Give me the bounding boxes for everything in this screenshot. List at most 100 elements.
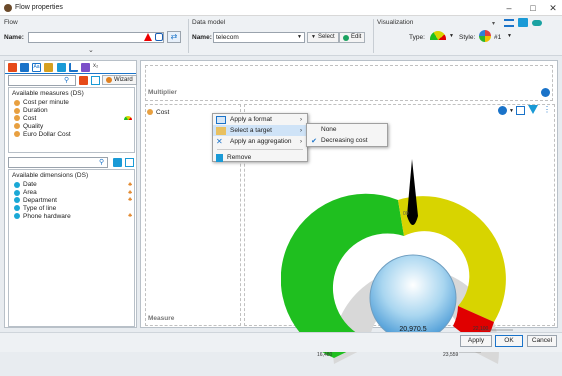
settings-gear-icon[interactable]: [541, 88, 550, 97]
dimensions-list-title: Available dimensions (DS): [12, 172, 89, 179]
menu-item-label: Select a target: [230, 127, 272, 134]
dimensions-search-input[interactable]: [8, 157, 108, 168]
cancel-button[interactable]: Cancel: [527, 335, 557, 347]
minimize-button[interactable]: –: [502, 2, 516, 14]
add-dimension-icon[interactable]: [113, 158, 122, 167]
ribbon-dropdown-icon[interactable]: ▾: [492, 20, 495, 27]
list-item-label: Type of line: [23, 204, 57, 212]
ok-button[interactable]: OK: [495, 335, 523, 347]
toggle-icon[interactable]: [532, 20, 542, 26]
list-item[interactable]: Phone hardware ♣: [14, 212, 132, 220]
style-palette-icon[interactable]: [479, 30, 491, 42]
submenu-item-none[interactable]: None: [307, 124, 387, 135]
list-item[interactable]: Cost per minute: [14, 99, 132, 107]
list-item[interactable]: Date ♣: [14, 181, 132, 189]
text-icon[interactable]: Aa: [32, 63, 41, 72]
warning-icon: [144, 33, 152, 41]
measure-icon: [14, 107, 20, 114]
chart-settings-icon[interactable]: [498, 106, 507, 115]
search-icon[interactable]: ⚲: [99, 158, 104, 166]
measure-icon: [14, 131, 20, 138]
data-model-select[interactable]: telecom ▼: [213, 32, 305, 43]
list-item[interactable]: Quality: [14, 122, 132, 130]
tag-icon[interactable]: [81, 63, 90, 72]
add-icon[interactable]: [8, 63, 17, 72]
axis-icon[interactable]: [69, 63, 78, 72]
submenu-item-decreasing-cost[interactable]: ✔ Decreasing cost: [307, 135, 387, 146]
new-dimension-icon[interactable]: [125, 158, 134, 167]
wizard-button[interactable]: Wizard: [102, 75, 137, 85]
dimension-icon: [14, 189, 20, 196]
multiplier-zone[interactable]: [145, 65, 553, 101]
format-icon[interactable]: [44, 63, 53, 72]
app-icon: [4, 4, 12, 12]
filter-icon[interactable]: [528, 105, 538, 114]
export-icon[interactable]: [516, 106, 525, 115]
target-submenu: None ✔ Decreasing cost: [306, 123, 388, 147]
gauge-type-icon[interactable]: [430, 31, 446, 40]
style-label: Style:: [459, 34, 476, 41]
edit-button[interactable]: Edit: [339, 32, 366, 43]
flow-group-title: Flow: [4, 19, 18, 26]
swap-button[interactable]: ⇄: [167, 31, 181, 43]
new-measure-icon[interactable]: [91, 76, 100, 85]
measures-items: Cost per minute Duration Cost Quality Eu…: [14, 99, 132, 138]
list-item-label: Date: [23, 181, 37, 189]
measures-list: Available measures (DS) Cost per minute …: [8, 87, 135, 153]
list-item[interactable]: Type of line: [14, 204, 132, 212]
list-item[interactable]: Cost: [14, 115, 132, 123]
menu-item-remove[interactable]: Remove: [213, 152, 307, 163]
search-icon[interactable]: ⚲: [64, 76, 69, 84]
aggregation-icon: ✕: [216, 136, 223, 146]
measure-icon: [14, 115, 20, 122]
translate-icon[interactable]: [155, 33, 163, 41]
chart-icon[interactable]: [20, 63, 29, 72]
style-chevron-icon[interactable]: ▼: [507, 33, 512, 39]
designer-canvas: Multiplier Measure Cost ▼ ⋮ 00 20,970.5 …: [140, 60, 558, 364]
close-button[interactable]: ✕: [546, 2, 560, 14]
more-options-icon[interactable]: ⋮: [543, 105, 551, 114]
monitor-icon[interactable]: [518, 18, 528, 27]
ribbon-separator-2: [373, 19, 374, 53]
menu-item-select-target[interactable]: Select a target ›: [213, 125, 307, 136]
maximize-button[interactable]: □: [526, 2, 540, 14]
window-title: Flow properties: [15, 4, 63, 11]
list-item-label: Department: [23, 196, 57, 204]
menu-item-apply-aggregation[interactable]: ✕ Apply an aggregation ›: [213, 136, 307, 147]
submenu-arrow-icon: ›: [300, 127, 302, 134]
chart-settings-chevron-icon[interactable]: ▼: [509, 108, 514, 114]
select-button[interactable]: ▼ Select: [307, 32, 339, 43]
list-item-label: Euro Dollar Cost: [23, 130, 71, 138]
list-item[interactable]: Area ♣: [14, 189, 132, 197]
list-item[interactable]: Department ♣: [14, 197, 132, 205]
list-item-label: Duration: [23, 107, 48, 115]
measure-label: Measure: [148, 315, 175, 322]
collapse-ribbon-icon[interactable]: ⌄: [88, 46, 94, 54]
measure-icon: [14, 99, 20, 106]
type-label: Type:: [409, 34, 425, 41]
list-item-label: Cost per minute: [23, 99, 69, 107]
visualization-group-title: Visualization: [377, 19, 414, 26]
dropdown-arrow-icon: ▼: [311, 34, 316, 40]
measure-icon: [14, 123, 20, 130]
list-item[interactable]: Euro Dollar Cost: [14, 130, 132, 138]
hierarchy-icon: ♣: [128, 189, 132, 196]
submenu-item-label: None: [321, 126, 337, 133]
dimensions-list: Available dimensions (DS) Date ♣ Area ♣ De…: [8, 169, 135, 327]
menu-lines-icon[interactable]: [504, 19, 514, 27]
gauge-label-left: 16,480: [317, 352, 333, 358]
measures-list-title: Available measures (DS): [12, 90, 84, 97]
filter-icon[interactable]: [57, 63, 66, 72]
trash-icon: [216, 153, 223, 162]
toolbar-underline: [5, 73, 136, 74]
type-chevron-icon[interactable]: ▼: [449, 33, 454, 39]
add-measure-icon[interactable]: [79, 76, 88, 85]
submenu-arrow-icon: ›: [300, 116, 302, 123]
title-bar: Flow properties – □ ✕: [0, 0, 562, 16]
submenu-item-label: Decreasing cost: [321, 137, 368, 144]
list-item-label: Cost: [23, 114, 37, 122]
formula-icon[interactable]: x₂: [93, 63, 102, 72]
menu-item-apply-format[interactable]: Apply a format ›: [213, 114, 307, 125]
list-item[interactable]: Duration: [14, 107, 132, 115]
apply-button[interactable]: Apply: [460, 335, 492, 347]
